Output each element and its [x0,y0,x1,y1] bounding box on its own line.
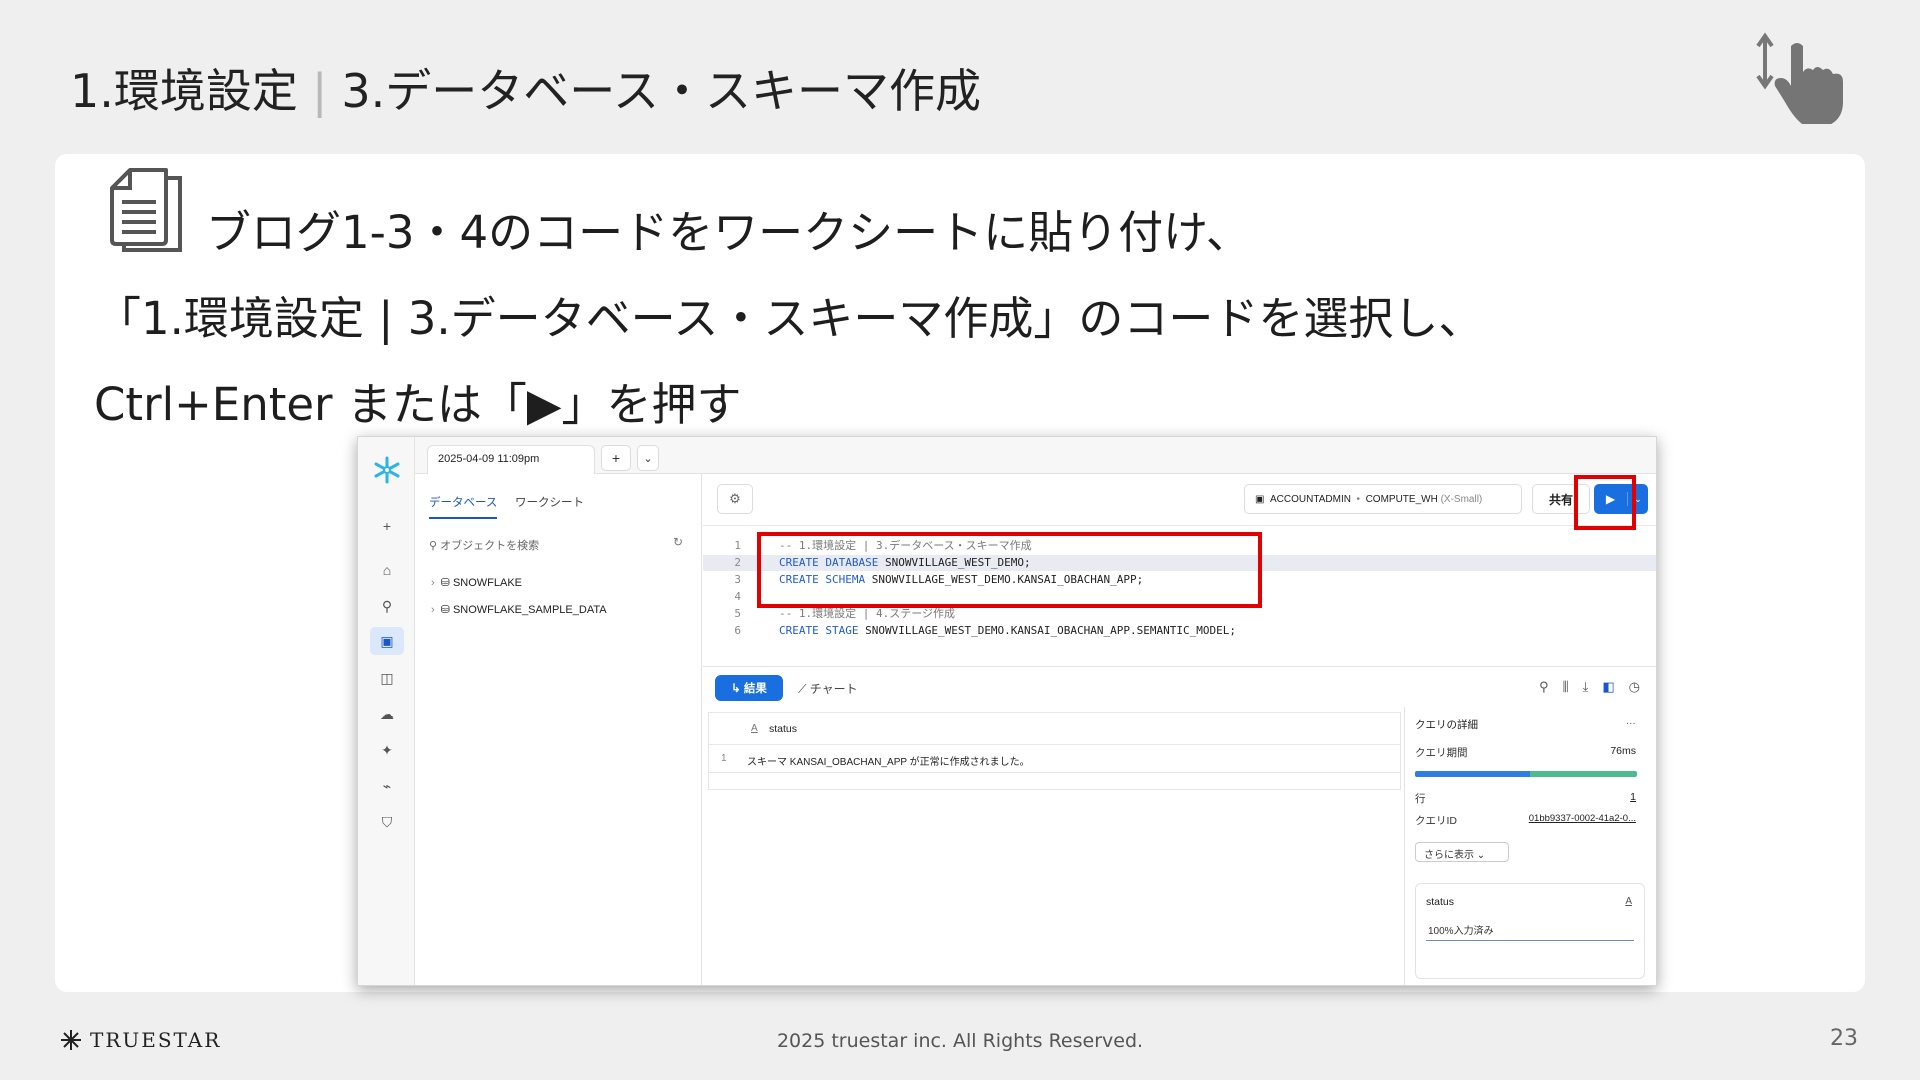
code-selection-highlight [757,532,1262,608]
chevron-right-icon: › [431,577,435,589]
search-icon[interactable]: ⚲ [1539,679,1549,695]
duration-value: 76ms [1610,745,1636,757]
duration-bar [1415,771,1637,777]
create-icon[interactable]: + [376,515,398,537]
instruction-line-3: Ctrl+Enter または「▶」を押す [94,378,742,431]
home-icon[interactable]: ⌂ [376,559,398,581]
role-label: ACCOUNTADMIN [1270,493,1351,505]
type-icon: A [751,723,758,734]
columns-icon[interactable]: ⫼ [1563,679,1569,695]
database-icon: ⛁ [440,604,453,616]
cell-value: スキーマ KANSAI_OBACHAN_APP が正常に作成されました。 [747,757,1030,768]
admin-icon[interactable]: ⛉ [376,811,398,833]
search-icon: ⚲ [429,540,441,552]
table-row[interactable]: 1 スキーマ KANSAI_OBACHAN_APP が正常に作成されました。 [709,745,1400,773]
database-icon: ⛁ [440,577,453,589]
type-icon: A [1625,896,1632,907]
page-number: 23 [1830,1026,1858,1051]
code-line: 6 CREATE STAGE SNOWVILLAGE_WEST_DEMO.KANS… [734,624,1236,637]
fill-rate-bar [1426,940,1634,941]
query-details-panel: クエリの詳細 … クエリ期間 76ms 行 1 クエリID 01bb9337-0… [1404,707,1656,985]
rows-label: 行 [1415,793,1426,805]
context-selector[interactable]: ▣ ACCOUNTADMIN • COMPUTE_WH (X-Small) [1244,484,1522,514]
results-actions: ⚲ ⫼ ⤓ ◧ ◷ [1539,679,1640,695]
tab-chart[interactable]: ⟋ チャート [798,680,858,697]
fill-rate: 100%入力済み [1428,926,1494,937]
rows-value[interactable]: 1 [1630,791,1636,803]
chevron-right-icon: › [431,604,435,616]
tree-item-snowflake[interactable]: › ⛁ SNOWFLAKE [431,576,522,589]
tab-menu-button[interactable]: ⌄ [637,445,659,471]
worksheet-tab[interactable]: 2025-04-09 11:09pm [427,445,595,475]
snowflake-screenshot: + ⌂ ⚲ ▣ ◫ ☁ ✦ ⌁ ⛉ 2025-04-09 11:09pm + ⌄… [357,436,1657,986]
projects-icon[interactable]: ▣ [370,627,404,655]
duration-label: クエリ期間 [1415,747,1468,759]
title-main: 1.環境設定 [70,64,298,118]
monitoring-icon[interactable]: ⌁ [376,775,398,797]
results-grid: A status 1 スキーマ KANSAI_OBACHAN_APP が正常に作… [708,712,1401,790]
query-id-value[interactable]: 01bb9337-0002-41a2-0... [1529,813,1636,824]
tab-databases[interactable]: データベース [429,494,498,519]
run-button-highlight [1574,475,1636,530]
add-tab-button[interactable]: + [601,445,631,471]
instruction-line-1: ブログ1-3・4のコードをワークシートに貼り付け、 [206,206,1251,259]
grid-header: A status [709,713,1400,745]
cloud-icon[interactable]: ☁ [376,703,398,725]
code-line: 5 -- 1.環境設定 | 4.ステージ作成 [734,607,956,620]
more-icon[interactable]: … [1626,715,1637,727]
duration-bar-compile [1415,771,1531,777]
search-icon[interactable]: ⚲ [376,595,398,617]
split-view-icon[interactable]: ◧ [1602,679,1614,695]
slide-title: 1.環境設定 | 3.データベース・スキーマ作成 [70,55,981,121]
tab-worksheets[interactable]: ワークシート [515,494,584,510]
column-stats-card: status A 100%入力済み [1415,883,1645,979]
download-icon[interactable]: ⤓ [1583,679,1589,695]
document-icon [110,168,182,252]
stats-column-name: status [1426,896,1455,908]
return-icon: ↳ [731,683,744,695]
show-more-button[interactable]: さらに表示 ⌄ [1415,842,1509,862]
tab-results[interactable]: ↳ 結果 [715,675,783,701]
warehouse-label: COMPUTE_WH [1365,493,1438,505]
nav-rail: + ⌂ ⚲ ▣ ◫ ☁ ✦ ⌁ ⛉ [358,437,415,985]
query-id-label: クエリID [1415,815,1457,827]
refresh-icon[interactable]: ↻ [673,535,683,549]
duration-bar-execute [1530,771,1637,777]
tab-bar: 2025-04-09 11:09pm + ⌄ [415,437,1656,475]
ai-icon[interactable]: ✦ [376,739,398,761]
role-icon: ▣ [1255,493,1271,505]
title-separator: | [311,64,328,118]
warehouse-size: (X-Small) [1440,493,1483,505]
copyright: 2025 truestar inc. All Rights Reserved. [776,1030,1144,1052]
tree-item-sample-data[interactable]: › ⛁ SNOWFLAKE_SAMPLE_DATA [431,603,607,616]
object-search-input[interactable]: ⚲ オブジェクトを検索 [429,537,539,553]
object-explorer: データベース ワークシート ⚲ オブジェクトを検索 ↻ › ⛁ SNOWFLAKE… [415,474,702,985]
data-icon[interactable]: ◫ [376,667,398,689]
title-sub: 3.データベース・スキーマ作成 [341,64,981,118]
history-icon[interactable]: ◷ [1629,679,1640,695]
column-header[interactable]: status [769,723,797,735]
results-toolbar: ↳ 結果 ⟋ チャート ⚲ ⫼ ⤓ ◧ ◷ [703,666,1656,708]
settings-icon[interactable]: ⚙ [717,484,753,514]
row-number: 1 [721,753,727,764]
chart-icon: ⟋ [798,682,810,696]
instruction-line-2: 「1.環境設定 | 3.データベース・スキーマ作成」のコードを選択し、 [96,292,1484,345]
snowflake-logo-icon [374,456,400,484]
scroll-hand-icon [1756,32,1843,124]
details-title: クエリの詳細 [1415,719,1478,731]
editor-toolbar: ⚙ ▣ ACCOUNTADMIN • COMPUTE_WH (X-Small) … [703,474,1656,526]
